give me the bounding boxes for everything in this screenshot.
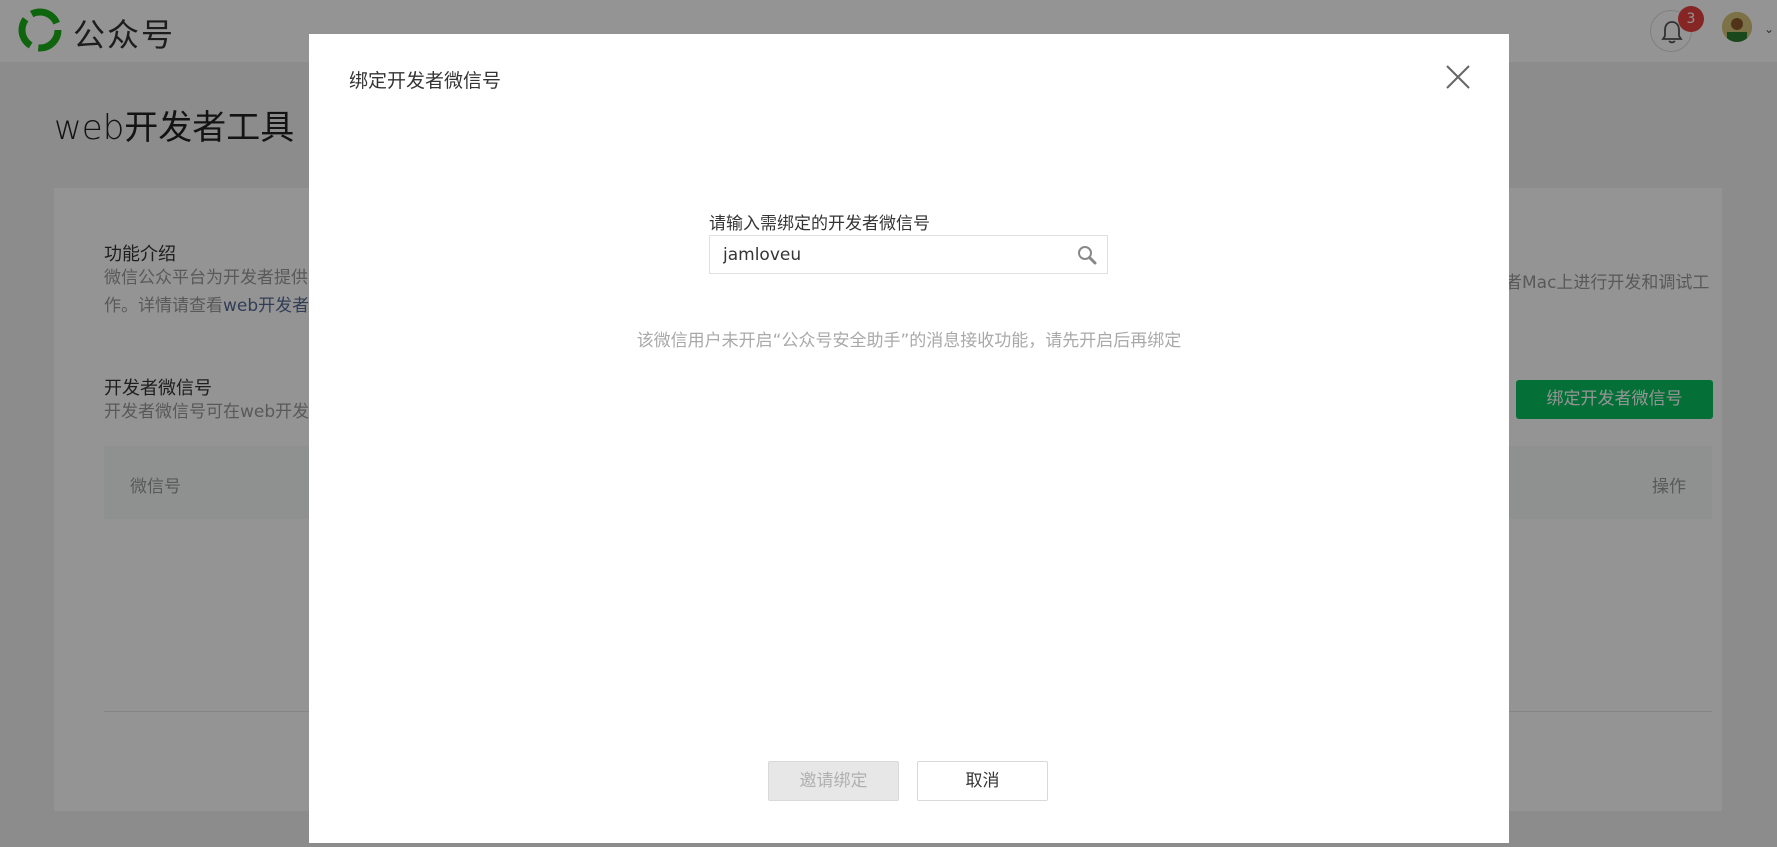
- warning-message: 该微信用户未开启“公众号安全助手”的消息接收功能，请先开启后再绑定: [636, 331, 1182, 351]
- invite-bind-button[interactable]: 邀请绑定: [768, 761, 899, 801]
- cancel-button[interactable]: 取消: [917, 761, 1048, 801]
- wechat-id-input[interactable]: [710, 236, 1070, 273]
- close-icon[interactable]: [1443, 62, 1473, 92]
- bind-developer-dialog: 绑定开发者微信号 请输入需绑定的开发者微信号 该微信用户未开启“公众号安全助手”…: [309, 34, 1509, 843]
- wechat-id-search-box: [709, 235, 1108, 274]
- wechat-id-label: 请输入需绑定的开发者微信号: [709, 214, 930, 234]
- search-icon[interactable]: [1077, 245, 1097, 265]
- dialog-title: 绑定开发者微信号: [349, 70, 502, 92]
